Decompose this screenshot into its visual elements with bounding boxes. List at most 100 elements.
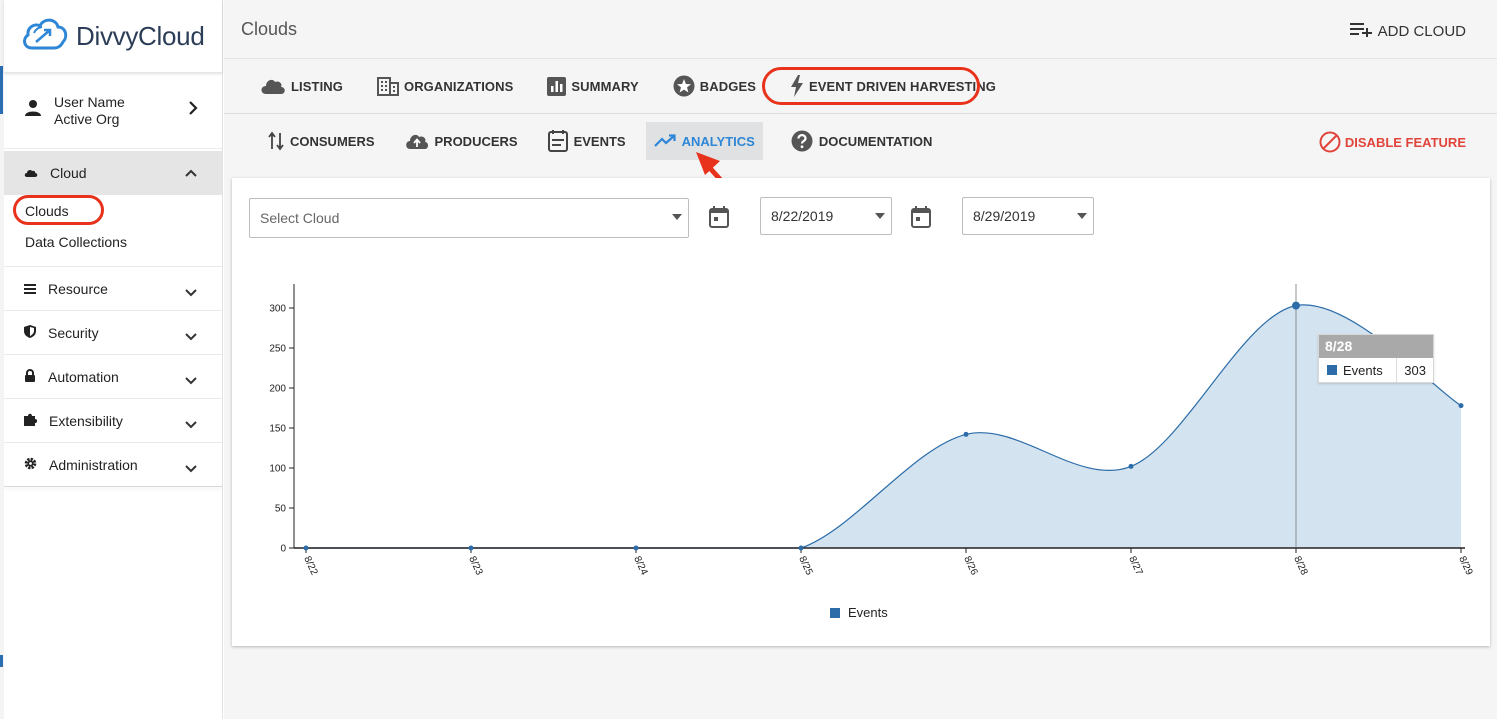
building-icon	[376, 76, 399, 96]
brand-logo[interactable]: DivvyCloud	[4, 0, 222, 73]
tooltip-series: Events	[1343, 362, 1383, 378]
chevron-up-icon	[184, 165, 198, 181]
caret-down-icon	[672, 214, 682, 220]
annotation-circle	[762, 67, 980, 105]
sidebar-group-label: Automation	[48, 368, 119, 385]
data-point	[963, 431, 969, 437]
y-tick-label: 0	[280, 544, 286, 555]
tooltip-value: 303	[1396, 358, 1433, 382]
x-tick-label: 8/24	[631, 555, 649, 578]
tab-organizations[interactable]: ORGANIZATIONS	[376, 76, 514, 96]
cloud-select[interactable]: Select Cloud	[249, 198, 689, 238]
add-cloud-label: ADD CLOUD	[1377, 22, 1466, 40]
sidebar-group-label: Extensibility	[49, 412, 123, 429]
sidebar-group-label: Administration	[49, 456, 138, 473]
help-circle-icon	[791, 130, 813, 152]
tooltip-title: 8/28	[1319, 335, 1433, 358]
sidebar-group-label: Security	[48, 324, 99, 341]
main-content: Clouds ADD CLOUD LISTING ORGANIZATIONS S…	[224, 0, 1497, 719]
x-tick-label: 8/29	[1456, 555, 1474, 578]
trending-up-icon	[653, 134, 676, 148]
subtab-consumers[interactable]: CONSUMERS	[260, 122, 383, 160]
chevron-down-icon	[184, 416, 198, 432]
chevron-down-icon	[184, 372, 198, 388]
x-tick-label: 8/26	[961, 555, 979, 578]
sidebar: DivvyCloud User Name Active Org Cloud Cl…	[4, 0, 223, 719]
cloud-select-placeholder: Select Cloud	[260, 210, 340, 226]
chart-legend[interactable]: Events	[830, 605, 888, 620]
data-point	[1128, 463, 1134, 469]
subtab-events[interactable]: EVENTS	[540, 122, 634, 160]
end-date-value: 8/29/2019	[973, 208, 1036, 224]
user-menu[interactable]: User Name Active Org	[4, 73, 222, 149]
chevron-down-icon	[184, 284, 198, 300]
tooltip-row: Events 303	[1319, 358, 1433, 382]
arrows-updown-icon	[268, 131, 284, 151]
sidebar-group-extensibility[interactable]: Extensibility	[4, 398, 222, 442]
subtab-documentation[interactable]: DOCUMENTATION	[783, 122, 941, 160]
cloud-upload-icon	[405, 132, 429, 150]
sidebar-group-administration[interactable]: Administration	[4, 442, 222, 486]
gear-icon	[24, 457, 37, 473]
subtab-label: CONSUMERS	[290, 133, 375, 149]
subtab-label: EVENTS	[573, 133, 626, 149]
x-tick-label: 8/23	[466, 555, 484, 578]
tab-badges[interactable]: BADGES	[673, 75, 756, 97]
sidebar-group-resource[interactable]: Resource	[4, 266, 222, 310]
caret-down-icon	[1077, 213, 1087, 219]
subtab-label: PRODUCERS	[434, 133, 518, 149]
annotation-circle	[13, 195, 104, 225]
calendar-icon[interactable]	[911, 206, 931, 233]
block-icon	[1319, 131, 1341, 153]
edge-marker	[0, 655, 3, 667]
subtab-label: DOCUMENTATION	[818, 133, 933, 149]
chart-tooltip: 8/28 Events 303	[1318, 334, 1434, 383]
page-header: Clouds ADD CLOUD	[224, 0, 1497, 59]
tab-label: LISTING	[291, 78, 343, 94]
sidebar-section-cloud[interactable]: Cloud	[4, 151, 222, 195]
disable-feature-label: DISABLE FEATURE	[1344, 134, 1466, 150]
analytics-card: Select Cloud 8/22/2019 8/29/2019 0 50 100 1…	[232, 178, 1490, 646]
caret-down-icon	[875, 213, 885, 219]
lock-icon	[24, 368, 36, 385]
tooltip-swatch	[1327, 365, 1337, 375]
tab-listing[interactable]: LISTING	[260, 77, 343, 95]
primary-tabs: LISTING ORGANIZATIONS SUMMARY BADGES EVE…	[224, 59, 1497, 114]
sidebar-group-automation[interactable]: Automation	[4, 354, 222, 398]
sidebar-item-data-collections[interactable]: Data Collections	[4, 226, 222, 257]
tab-summary[interactable]: SUMMARY	[547, 76, 639, 96]
sidebar-divider	[4, 486, 222, 487]
cloud-icon	[260, 77, 286, 95]
x-tick-label: 8/22	[301, 555, 319, 578]
sidebar-item-label: Data Collections	[25, 233, 127, 250]
data-point	[798, 545, 804, 551]
disable-feature-button[interactable]: DISABLE FEATURE	[1319, 131, 1466, 153]
add-cloud-button[interactable]: ADD CLOUD	[1349, 21, 1466, 41]
subtab-producers[interactable]: PRODUCERS	[397, 122, 526, 160]
playlist-add-icon	[1349, 21, 1372, 41]
legend-swatch	[830, 607, 840, 618]
events-area-chart: 0 50 100 150 200 250 300 8/22 8/23 8/24 8/25 8/26 8/…	[269, 284, 1475, 578]
start-date-select[interactable]: 8/22/2019	[760, 197, 892, 235]
end-date-select[interactable]: 8/29/2019	[962, 197, 1094, 235]
x-tick-label: 8/28	[1291, 555, 1309, 578]
chevron-down-icon	[184, 328, 198, 344]
cloud-logo-icon	[20, 15, 70, 58]
sidebar-item-clouds[interactable]: Clouds	[4, 195, 222, 226]
tab-label: ORGANIZATIONS	[403, 78, 514, 94]
bar-chart-icon	[547, 76, 567, 96]
sidebar-group-label: Resource	[48, 280, 108, 297]
y-tick-label: 100	[269, 464, 286, 475]
secondary-tabs: CONSUMERS PRODUCERS EVENTS ANALYTICS DOC…	[224, 114, 1497, 168]
sidebar-group-security[interactable]: Security	[4, 310, 222, 354]
calendar-icon[interactable]	[709, 206, 729, 233]
y-tick-label: 150	[269, 424, 286, 435]
x-tick-label: 8/27	[1126, 555, 1144, 578]
start-date-value: 8/22/2019	[771, 208, 834, 224]
tab-label: BADGES	[699, 78, 756, 94]
data-point	[1458, 403, 1464, 409]
chevron-down-icon	[184, 460, 198, 476]
list-icon	[24, 281, 36, 297]
data-point	[1292, 301, 1300, 310]
star-badge-icon	[673, 75, 695, 97]
